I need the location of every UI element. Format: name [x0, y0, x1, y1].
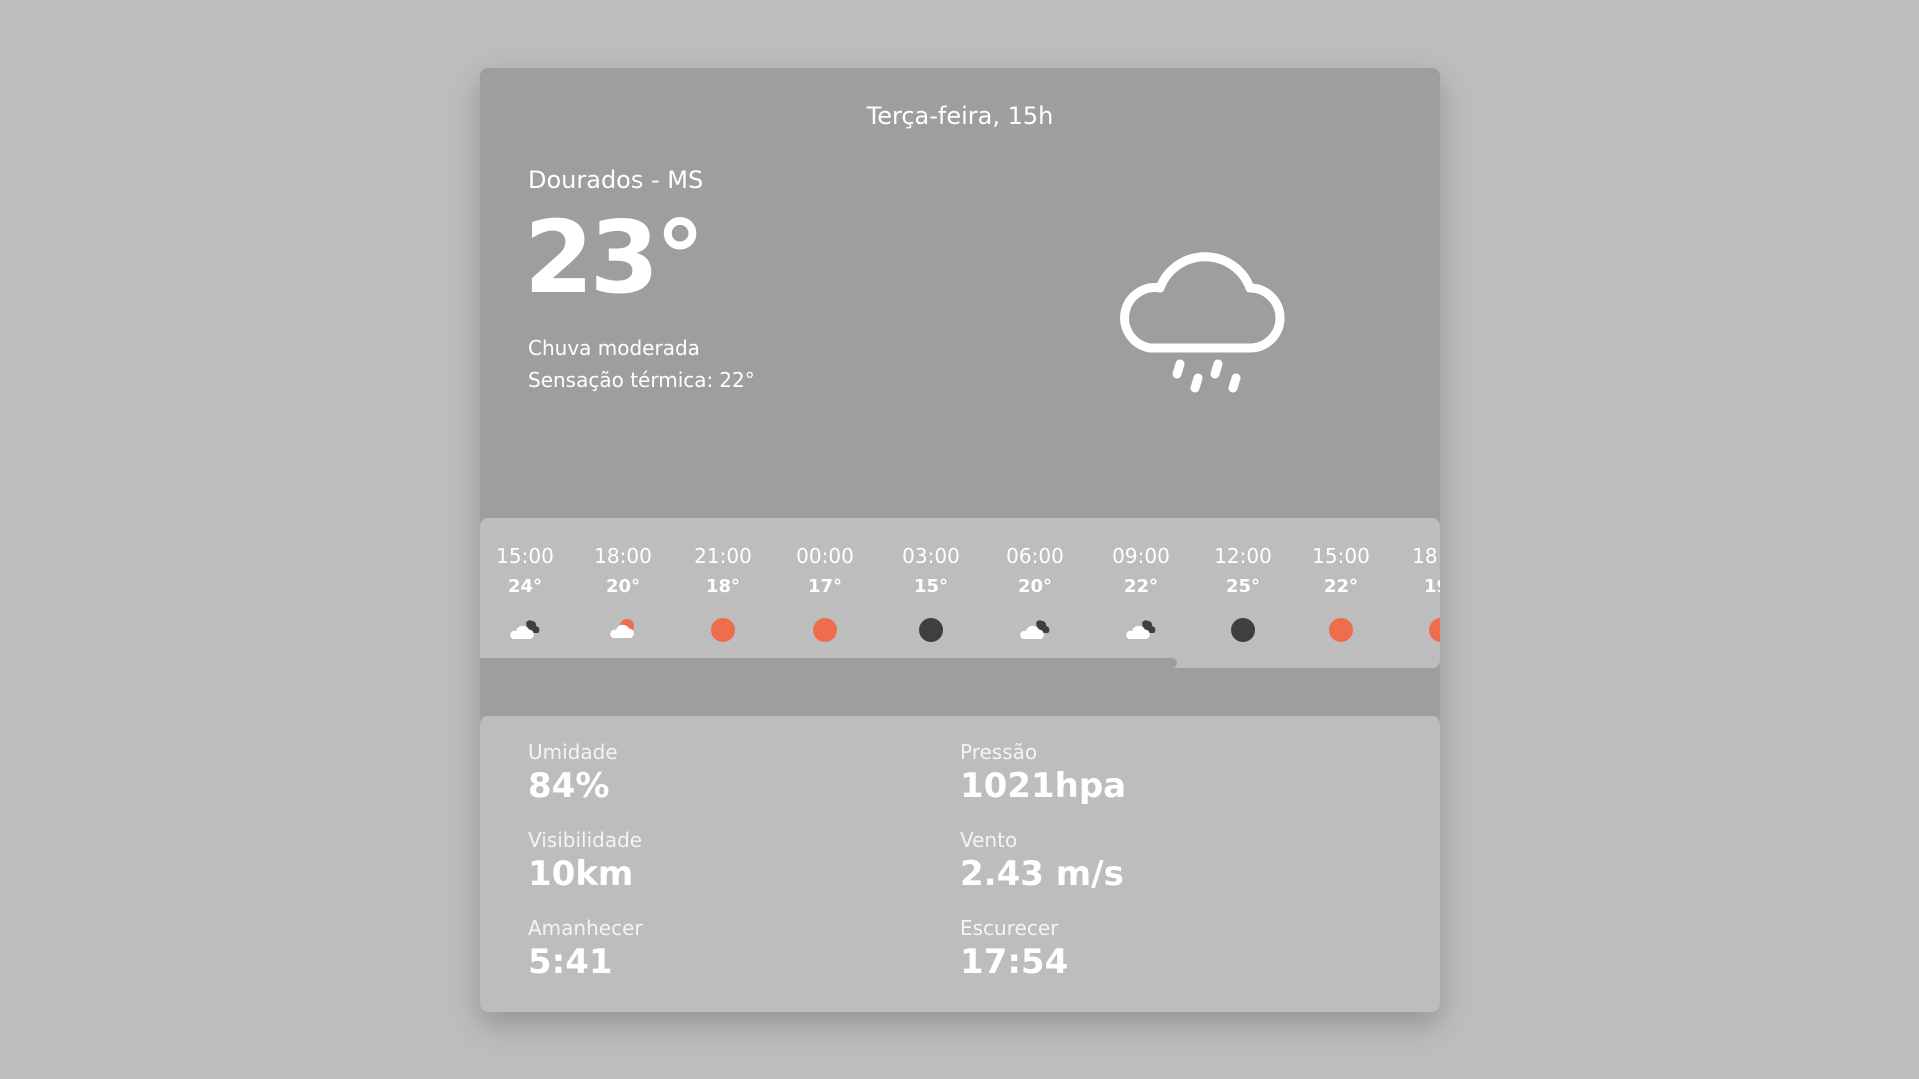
visibility-value: 10km [528, 854, 634, 894]
wind-detail: Vento 2.43 m/s [960, 828, 1124, 894]
weather-details: Umidade 84% Pressão 1021hpa Visibilidade… [480, 716, 1440, 1012]
sun-icon [707, 614, 739, 646]
sunset-label: Escurecer [960, 916, 1059, 940]
cloud-night-icon [1019, 614, 1051, 646]
sunset-detail: Escurecer 17:54 [960, 916, 1068, 982]
sunrise-detail: Amanhecer 5:41 [528, 916, 643, 982]
weather-card: Terça-feira, 15h Dourados - MS 23° Chuva… [480, 68, 1440, 1012]
sun-icon [1425, 614, 1440, 646]
current-temperature: 23° [524, 199, 705, 316]
forecast-temp: 19° [1423, 576, 1440, 597]
city-name: Dourados - MS [528, 166, 704, 194]
visibility-detail: Visibilidade 10km [528, 828, 642, 894]
wind-label: Vento [960, 828, 1018, 852]
humidity-detail: Umidade 84% [528, 740, 618, 806]
sunrise-label: Amanhecer [528, 916, 643, 940]
rain-cloud-icon [1100, 228, 1300, 408]
sunrise-value: 5:41 [528, 942, 613, 982]
current-datetime: Terça-feira, 15h [866, 102, 1054, 130]
forecast-time: 18:00 [1412, 544, 1440, 568]
forecast-scrollbar-track[interactable] [480, 658, 1440, 668]
visibility-label: Visibilidade [528, 828, 643, 852]
hourly-forecast[interactable]: 15:00 24° 18:00 20° 21:00 18° 00:00 17° 03:00 15°… [480, 518, 1440, 668]
moon-icon [1227, 614, 1259, 646]
feels-like-value: 22° [719, 368, 755, 392]
humidity-value: 84% [528, 766, 610, 806]
cloud-night-icon [1125, 614, 1157, 646]
forecast-scrollbar-thumb[interactable] [480, 658, 1177, 668]
pressure-label: Pressão [960, 740, 1038, 764]
wind-value: 2.43 m/s [960, 854, 1124, 894]
feels-like: Sensação térmica: 22° [528, 368, 755, 392]
cloud-sun-icon [607, 614, 639, 646]
pressure-detail: Pressão 1021hpa [960, 740, 1126, 806]
sun-icon [809, 614, 841, 646]
moon-icon [915, 614, 947, 646]
sunset-value: 17:54 [960, 942, 1069, 982]
cloud-night-icon [509, 614, 541, 646]
feels-like-label: Sensação térmica: [528, 368, 714, 392]
pressure-value: 1021hpa [960, 766, 1127, 806]
weather-condition: Chuva moderada [528, 336, 700, 360]
sun-icon [1325, 614, 1357, 646]
humidity-label: Umidade [528, 740, 618, 764]
